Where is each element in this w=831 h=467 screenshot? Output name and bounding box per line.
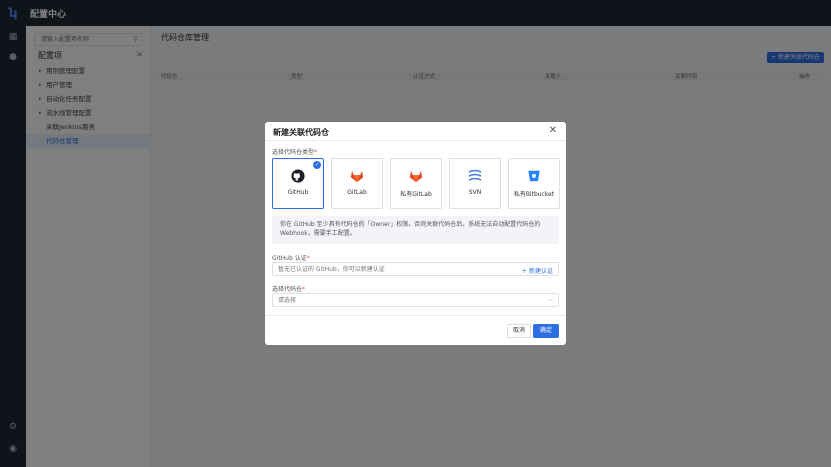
repo-type-gitlab[interactable]: GitLab bbox=[331, 158, 383, 209]
repo-type-private-gitlab[interactable]: 私有GitLab bbox=[390, 158, 442, 209]
repo-select-input[interactable] bbox=[273, 294, 503, 306]
selected-check-icon: ✓ bbox=[313, 161, 321, 169]
repo-type-name: GitLab bbox=[347, 189, 367, 196]
bitbucket-icon bbox=[509, 169, 559, 183]
repo-type-cards: ✓ GitHub GitLab 私有GitLab SVN 私有Bitbucket bbox=[272, 158, 567, 209]
repo-select-label: 选择代码仓* bbox=[272, 286, 306, 293]
permission-tip: 你在 GitHub 至少具有代码仓的「Owner」权限。否则关联代码仓后，系统无… bbox=[272, 216, 559, 244]
repo-type-name: 私有Bitbucket bbox=[513, 191, 555, 198]
github-icon bbox=[273, 169, 323, 183]
repo-type-label: 选择代码仓类型* bbox=[272, 149, 318, 156]
close-icon[interactable]: ✕ bbox=[549, 125, 557, 136]
repo-type-private-bitbucket[interactable]: 私有Bitbucket bbox=[508, 158, 560, 209]
required-mark: * bbox=[306, 255, 310, 262]
repo-type-name: 私有GitLab bbox=[400, 191, 432, 198]
new-repo-dialog: 新建关联代码仓 ✕ 选择代码仓类型* ✓ GitHub GitLab 私有Git… bbox=[265, 122, 566, 345]
chevron-down-icon[interactable]: ⌵ bbox=[548, 295, 553, 304]
auth-select[interactable]: + 新建认证 bbox=[272, 262, 559, 276]
confirm-button[interactable]: 确定 bbox=[533, 324, 559, 338]
repo-type-name: SVN bbox=[468, 189, 482, 196]
required-mark: * bbox=[314, 149, 318, 156]
repo-type-name: GitHub bbox=[287, 189, 309, 196]
svn-icon bbox=[450, 169, 500, 183]
repo-type-svn[interactable]: SVN bbox=[449, 158, 501, 209]
repo-select[interactable]: ⌵ bbox=[272, 293, 559, 307]
repo-type-github[interactable]: ✓ GitHub bbox=[272, 158, 324, 209]
dialog-header: 新建关联代码仓 ✕ bbox=[265, 122, 566, 141]
auth-label: GitHub 认证* bbox=[272, 255, 310, 262]
dialog-footer: 取消 确定 bbox=[265, 315, 566, 345]
dialog-title: 新建关联代码仓 bbox=[273, 128, 329, 137]
new-auth-link[interactable]: + 新建认证 bbox=[522, 266, 553, 275]
required-mark: * bbox=[302, 286, 306, 293]
cancel-button[interactable]: 取消 bbox=[507, 324, 531, 338]
auth-input[interactable] bbox=[273, 263, 503, 275]
gitlab-icon bbox=[332, 169, 382, 183]
gitlab-icon bbox=[391, 169, 441, 183]
